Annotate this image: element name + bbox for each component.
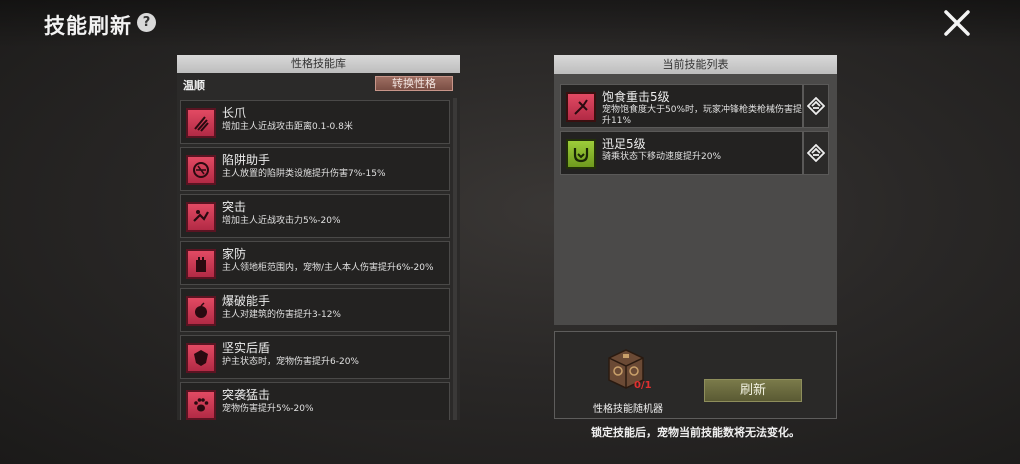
- randomizer-label: 性格技能随机器: [593, 404, 663, 415]
- speed-icon: [566, 139, 596, 169]
- skill-item[interactable]: 家防 主人领地柜范围内，宠物/主人本人伤害提升6%-20%: [180, 241, 450, 285]
- claw-icon: [186, 108, 216, 138]
- skill-list-scrollbar[interactable]: [453, 98, 457, 420]
- lock-skill-button[interactable]: [803, 84, 829, 128]
- current-skill-desc: 骑乘状态下移动速度提升20%: [602, 152, 722, 162]
- page-title: 技能刷新: [44, 14, 132, 38]
- bomb-icon: [186, 296, 216, 326]
- skill-item[interactable]: 长爪 增加主人近战攻击距离0.1-0.8米: [180, 100, 450, 144]
- lock-notice: 锁定技能后，宠物当前技能数将无法变化。: [591, 426, 800, 439]
- skill-desc: 增加主人近战攻击力5%-20%: [222, 216, 341, 226]
- skill-name: 陷阱助手: [222, 153, 271, 167]
- current-skill-item: 迅足5级 骑乘状态下移动速度提升20%: [560, 131, 803, 175]
- skill-name: 家防: [222, 247, 247, 261]
- skill-item[interactable]: 突袭猛击 宠物伤害提升5%-20%: [180, 382, 450, 420]
- skill-item[interactable]: 坚实后盾 护主状态时，宠物伤害提升6-20%: [180, 335, 450, 379]
- tower-icon: [186, 249, 216, 279]
- skill-name: 长爪: [222, 106, 247, 120]
- skill-library-panel: 性格技能库 温顺 转换性格 长爪 增加主人近战攻击距离0.1-0.8米 陷阱助手…: [177, 55, 460, 420]
- current-skills-title: 当前技能列表: [554, 55, 837, 74]
- skill-item[interactable]: 陷阱助手 主人放置的陷阱类设施提升伤害7%-15%: [180, 147, 450, 191]
- close-icon[interactable]: [942, 8, 972, 38]
- current-skill-item: 饱食重击5级 宠物饱食度大于50%时，玩家冲锋枪类枪械伤害提升11%: [560, 84, 803, 128]
- skill-list[interactable]: 长爪 增加主人近战攻击距离0.1-0.8米 陷阱助手 主人放置的陷阱类设施提升伤…: [177, 98, 460, 420]
- trap-icon: [186, 155, 216, 185]
- current-skill-desc: 宠物饱食度大于50%时，玩家冲锋枪类枪械伤害提升11%: [602, 105, 803, 126]
- skill-library-title: 性格技能库: [177, 55, 460, 73]
- current-skill-name: 迅足5级: [602, 137, 646, 151]
- randomizer-count: 0/1: [634, 380, 652, 391]
- lock-skill-button[interactable]: [803, 131, 829, 175]
- skill-desc: 护主状态时，宠物伤害提升6-20%: [222, 357, 359, 367]
- randomizer-box: 0/1 性格技能随机器 刷新: [554, 331, 837, 419]
- current-skills-panel: 当前技能列表 饱食重击5级 宠物饱食度大于50%时，玩家冲锋枪类枪械伤害提升11…: [554, 55, 837, 325]
- skill-desc: 主人放置的陷阱类设施提升伤害7%-15%: [222, 169, 386, 179]
- charge-icon: [186, 202, 216, 232]
- help-icon[interactable]: ?: [137, 13, 156, 32]
- skill-desc: 主人领地柜范围内，宠物/主人本人伤害提升6%-20%: [222, 263, 434, 273]
- switch-temperament-button[interactable]: 转换性格: [375, 76, 453, 91]
- skill-name: 爆破能手: [222, 294, 271, 308]
- skill-item[interactable]: 突击 增加主人近战攻击力5%-20%: [180, 194, 450, 238]
- paw-icon: [186, 390, 216, 420]
- shield-icon: [186, 343, 216, 373]
- skill-desc: 增加主人近战攻击距离0.1-0.8米: [222, 122, 353, 132]
- temperament-label: 温顺: [183, 79, 205, 92]
- skill-item[interactable]: 爆破能手 主人对建筑的伤害提升3-12%: [180, 288, 450, 332]
- skill-name: 突袭猛击: [222, 388, 271, 402]
- refresh-button[interactable]: 刷新: [704, 379, 802, 402]
- current-skill-name: 饱食重击5级: [602, 90, 670, 104]
- skill-name: 坚实后盾: [222, 341, 271, 355]
- fork-icon: [566, 92, 596, 122]
- skill-desc: 主人对建筑的伤害提升3-12%: [222, 310, 341, 320]
- skill-name: 突击: [222, 200, 247, 214]
- skill-desc: 宠物伤害提升5%-20%: [222, 404, 314, 414]
